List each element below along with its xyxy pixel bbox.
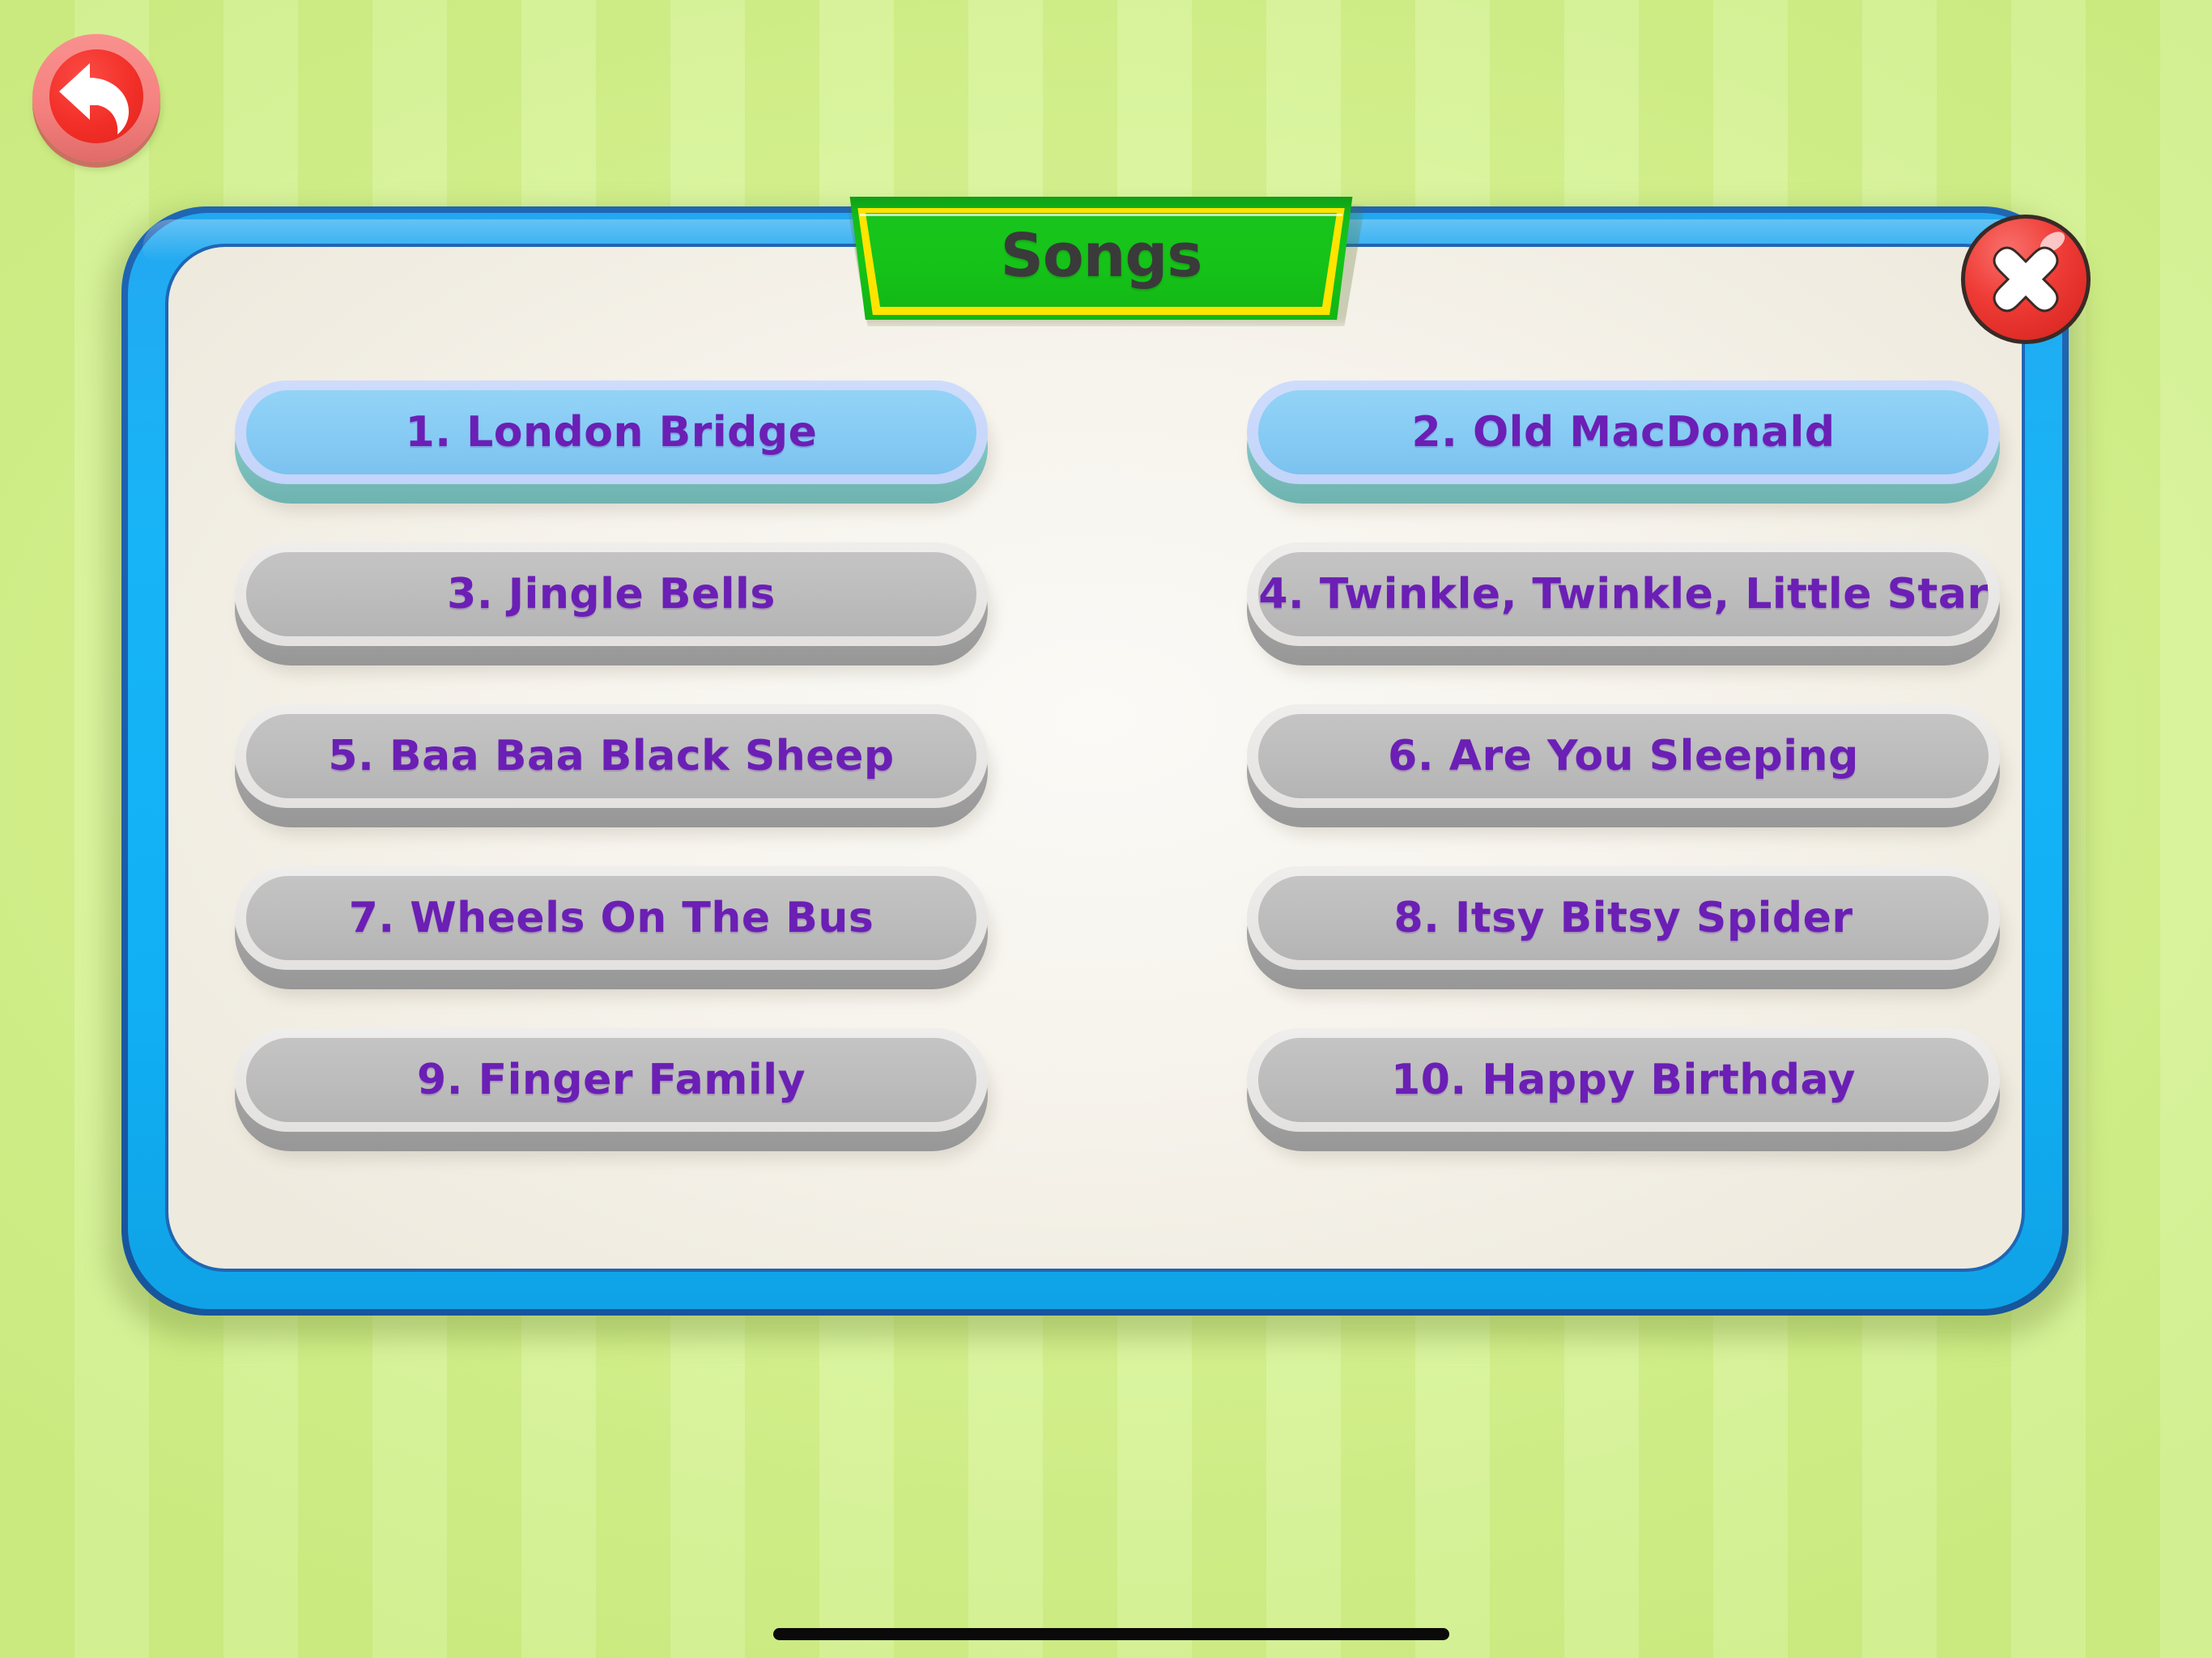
song-button-label: 4. Twinkle, Twinkle, Little Star [1258, 570, 1989, 619]
song-button-face: 6. Are You Sleeping [1258, 714, 1989, 798]
song-button[interactable]: 1. London Bridge [235, 380, 993, 512]
song-button[interactable]: 8. Itsy Bitsy Spider [1247, 866, 2005, 997]
song-button[interactable]: 9. Finger Family [235, 1028, 993, 1159]
song-button-label: 2. Old MacDonald [1411, 408, 1836, 457]
song-button-label: 9. Finger Family [417, 1056, 806, 1104]
song-button-label: 7. Wheels On The Bus [348, 894, 874, 942]
song-button-label: 6. Are You Sleeping [1388, 732, 1859, 780]
song-button[interactable]: 4. Twinkle, Twinkle, Little Star [1247, 542, 2005, 674]
close-icon [1993, 246, 2059, 312]
song-button-face: 9. Finger Family [246, 1038, 976, 1122]
songs-grid: 1. London Bridge 2. Old MacDonald 3. Jingl… [235, 380, 2005, 1159]
page-title: Songs [1000, 221, 1203, 291]
song-button-label: 8. Itsy Bitsy Spider [1393, 894, 1853, 942]
song-button[interactable]: 6. Are You Sleeping [1247, 704, 2005, 835]
home-indicator [773, 1628, 1449, 1640]
song-button-face: 3. Jingle Bells [246, 552, 976, 636]
back-button[interactable] [32, 34, 162, 170]
back-arrow-icon [59, 63, 129, 134]
song-button-face: 7. Wheels On The Bus [246, 876, 976, 960]
song-button-face: 5. Baa Baa Black Sheep [246, 714, 976, 798]
song-button-face: 1. London Bridge [246, 390, 976, 474]
song-button-label: 3. Jingle Bells [447, 570, 776, 619]
song-button-label: 10. Happy Birthday [1391, 1056, 1856, 1104]
song-button-face: 10. Happy Birthday [1258, 1038, 1989, 1122]
close-button[interactable] [1961, 215, 2091, 344]
song-button-label: 1. London Bridge [405, 408, 818, 457]
song-button-label: 5. Baa Baa Black Sheep [328, 732, 895, 780]
song-button-face: 2. Old MacDonald [1258, 390, 1989, 474]
song-button[interactable]: 10. Happy Birthday [1247, 1028, 2005, 1159]
song-button[interactable]: 3. Jingle Bells [235, 542, 993, 674]
song-button-face: 4. Twinkle, Twinkle, Little Star [1258, 552, 1989, 636]
song-button[interactable]: 5. Baa Baa Black Sheep [235, 704, 993, 835]
song-button[interactable]: 2. Old MacDonald [1247, 380, 2005, 512]
song-button-face: 8. Itsy Bitsy Spider [1258, 876, 1989, 960]
song-button[interactable]: 7. Wheels On The Bus [235, 866, 993, 997]
title-banner: Songs [842, 197, 1365, 326]
